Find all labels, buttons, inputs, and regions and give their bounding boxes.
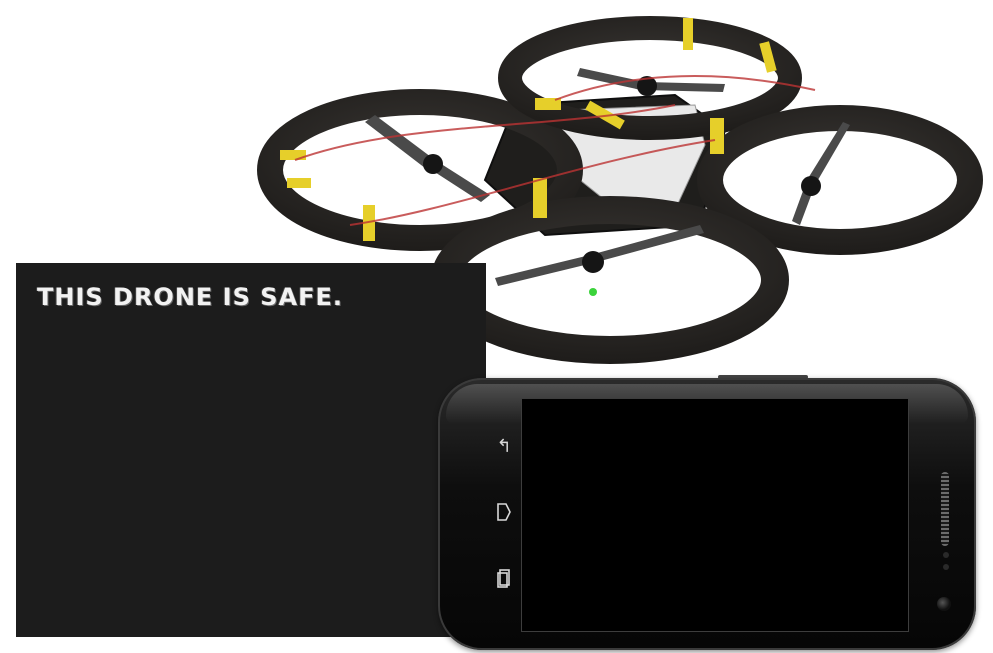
message-text: THIS DRONE IS SAFE. bbox=[37, 283, 344, 311]
message-panel: THIS DRONE IS SAFE. bbox=[16, 263, 486, 637]
propeller-front bbox=[495, 225, 704, 296]
back-icon[interactable]: ↰ bbox=[494, 436, 514, 458]
front-camera bbox=[937, 597, 951, 611]
light-sensor bbox=[943, 564, 949, 570]
proximity-sensor bbox=[943, 552, 949, 558]
recent-apps-icon[interactable] bbox=[494, 568, 514, 590]
propeller-rear-right bbox=[577, 68, 725, 96]
phone-device: ↰ bbox=[438, 378, 976, 650]
speaker-grille bbox=[941, 472, 949, 546]
phone-screen[interactable] bbox=[521, 398, 909, 632]
propeller-front-right bbox=[792, 122, 850, 225]
home-icon[interactable] bbox=[494, 502, 514, 524]
